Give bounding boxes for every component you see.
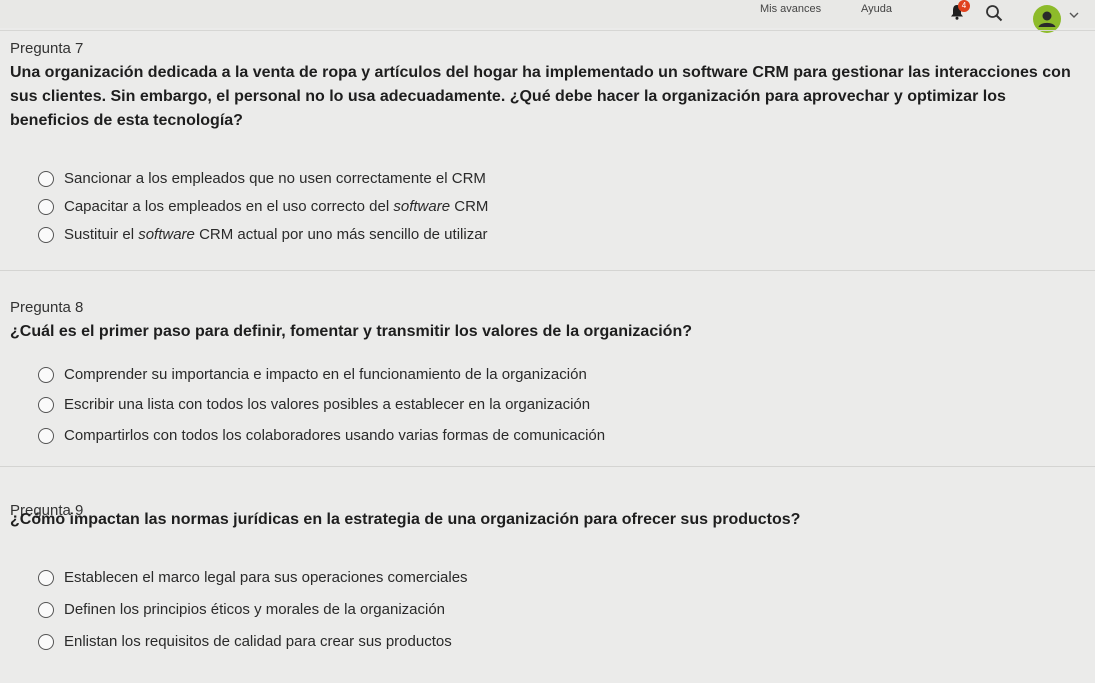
radio-button[interactable] — [38, 199, 54, 215]
radio-button[interactable] — [38, 171, 54, 187]
nav-link-help[interactable]: Ayuda — [861, 3, 892, 15]
user-avatar-icon[interactable] — [1033, 5, 1061, 33]
radio-button[interactable] — [38, 602, 54, 618]
option-label: Escribir una lista con todos los valores… — [64, 396, 591, 413]
option-label: Comprender su importancia e impacto en e… — [64, 366, 587, 383]
question-text: Una organización dedicada a la venta de … — [10, 64, 1071, 129]
option-label: Compartirlos con todos los colaboradores… — [64, 427, 606, 444]
chevron-down-icon[interactable] — [1068, 10, 1080, 20]
question-divider — [0, 466, 1095, 467]
option-label: Capacitar a los empleados en el uso corr… — [64, 198, 489, 215]
radio-button[interactable] — [38, 428, 54, 444]
question-number: Pregunta 8 — [10, 299, 84, 316]
option-label: Sancionar a los empleados que no usen co… — [64, 170, 486, 187]
top-bar: Mis avances Ayuda 4 — [0, 0, 1095, 33]
option-label: Sustituir el software CRM actual por uno… — [64, 226, 488, 243]
nav-link-progress[interactable]: Mis avances — [760, 3, 821, 15]
question-number: Pregunta 7 — [10, 40, 84, 57]
search-icon[interactable] — [985, 4, 1003, 22]
option-label: Establecen el marco legal para sus opera… — [64, 569, 468, 586]
header-divider — [0, 30, 1095, 31]
option-label: Enlistan los requisitos de calidad para … — [64, 633, 452, 650]
notification-badge: 4 — [958, 0, 970, 12]
question-text: ¿Cuál es el primer paso para definir, fo… — [10, 323, 692, 340]
radio-button[interactable] — [38, 227, 54, 243]
radio-button[interactable] — [38, 367, 54, 383]
radio-button[interactable] — [38, 397, 54, 413]
radio-button[interactable] — [38, 570, 54, 586]
radio-button[interactable] — [38, 634, 54, 650]
question-divider — [0, 270, 1095, 271]
question-text: ¿Cómo impactan las normas jurídicas en l… — [10, 511, 801, 528]
option-label: Definen los principios éticos y morales … — [64, 601, 446, 618]
